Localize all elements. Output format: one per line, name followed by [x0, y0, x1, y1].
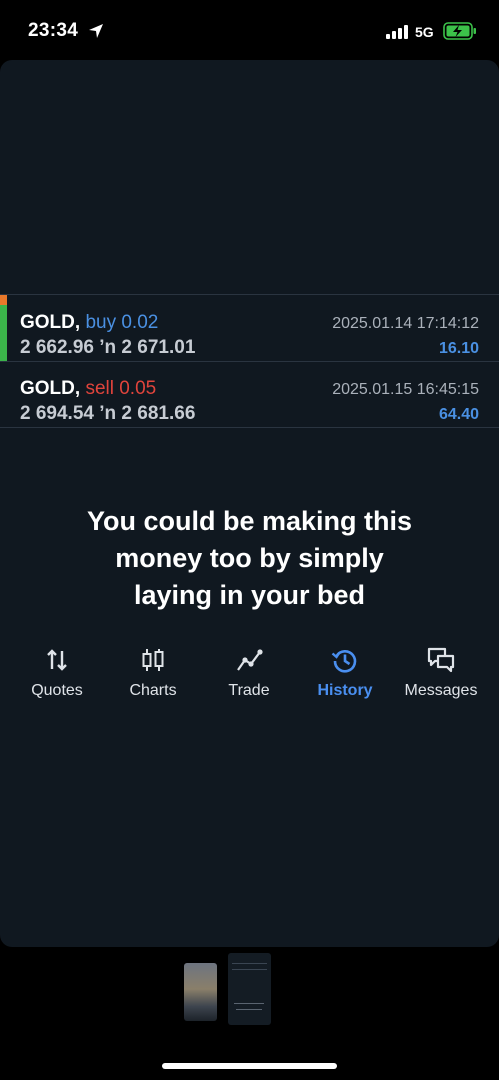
- open-price: 2 662.96: [20, 337, 94, 358]
- close-price: 2 671.01: [121, 337, 196, 358]
- trade-symbol-line: GOLD, sell 0.05: [20, 378, 156, 400]
- caption-line: money too by simply: [115, 543, 384, 573]
- price-arrow: ʼn: [99, 403, 117, 424]
- candlestick-icon: [142, 649, 164, 671]
- price-arrow: ʼn: [99, 337, 117, 358]
- history-clock-icon: [331, 649, 357, 673]
- status-time: 23:34: [28, 20, 79, 41]
- signal-bars-icon: [386, 25, 408, 39]
- trade-row[interactable]: GOLD, sell 0.05 2 694.54 ʼn 2 681.66 202…: [0, 361, 499, 428]
- trade-row[interactable]: GOLD, buy 0.02 2 662.96 ʼn 2 671.01 2025…: [0, 294, 499, 362]
- trade-prices: 2 694.54 ʼn 2 681.66: [20, 403, 195, 425]
- trade-profit: 16.10: [438, 340, 479, 357]
- trade-side-volume: buy 0.02: [85, 312, 159, 333]
- app-screenshot-card: GOLD, buy 0.02 2 662.96 ʼn 2 671.01 2025…: [0, 60, 499, 947]
- bottom-tab-bar: Quotes Charts Trade History Messages: [0, 645, 499, 715]
- row-indicator-bar: [0, 295, 7, 361]
- trade-profit: 64.40: [438, 406, 479, 423]
- chat-bubbles-icon: [427, 647, 455, 673]
- tab-history[interactable]: History: [295, 645, 395, 700]
- tab-label: Messages: [404, 682, 478, 699]
- open-price: 2 694.54: [20, 403, 94, 424]
- tab-label: History: [317, 682, 373, 699]
- location-arrow-icon: [89, 24, 103, 38]
- screenshot-thumbnail[interactable]: [228, 953, 271, 1025]
- tab-label: Charts: [129, 682, 177, 699]
- trade-prices: 2 662.96 ʼn 2 671.01: [20, 337, 195, 359]
- trade-side-volume: sell 0.05: [85, 378, 157, 399]
- trade-date: 2025.01.15 16:45:15: [332, 381, 479, 398]
- promo-caption: You could be making this money too by si…: [0, 503, 499, 614]
- trade-line-icon: [237, 649, 263, 671]
- close-price: 2 681.66: [121, 403, 196, 424]
- caption-line: You could be making this: [86, 506, 413, 536]
- trade-symbol-line: GOLD, buy 0.02: [20, 312, 158, 334]
- tab-label: Trade: [228, 682, 270, 699]
- battery-charging-icon: [443, 22, 476, 40]
- trade-symbol: GOLD,: [20, 378, 81, 399]
- photo-thumbnail[interactable]: [184, 963, 217, 1021]
- tab-charts[interactable]: Charts: [103, 645, 203, 700]
- trade-symbol: GOLD,: [20, 312, 81, 333]
- home-indicator[interactable]: [162, 1063, 337, 1069]
- tab-quotes[interactable]: Quotes: [7, 645, 107, 700]
- tab-label: Quotes: [31, 682, 83, 699]
- quotes-arrows-icon: [47, 649, 67, 671]
- tab-messages[interactable]: Messages: [391, 645, 491, 700]
- trade-date: 2025.01.14 17:14:12: [332, 315, 479, 332]
- caption-line: laying in your bed: [133, 580, 366, 610]
- network-type: 5G: [415, 24, 434, 40]
- status-bar: 23:34 5G: [0, 0, 499, 60]
- tab-trade[interactable]: Trade: [199, 645, 299, 700]
